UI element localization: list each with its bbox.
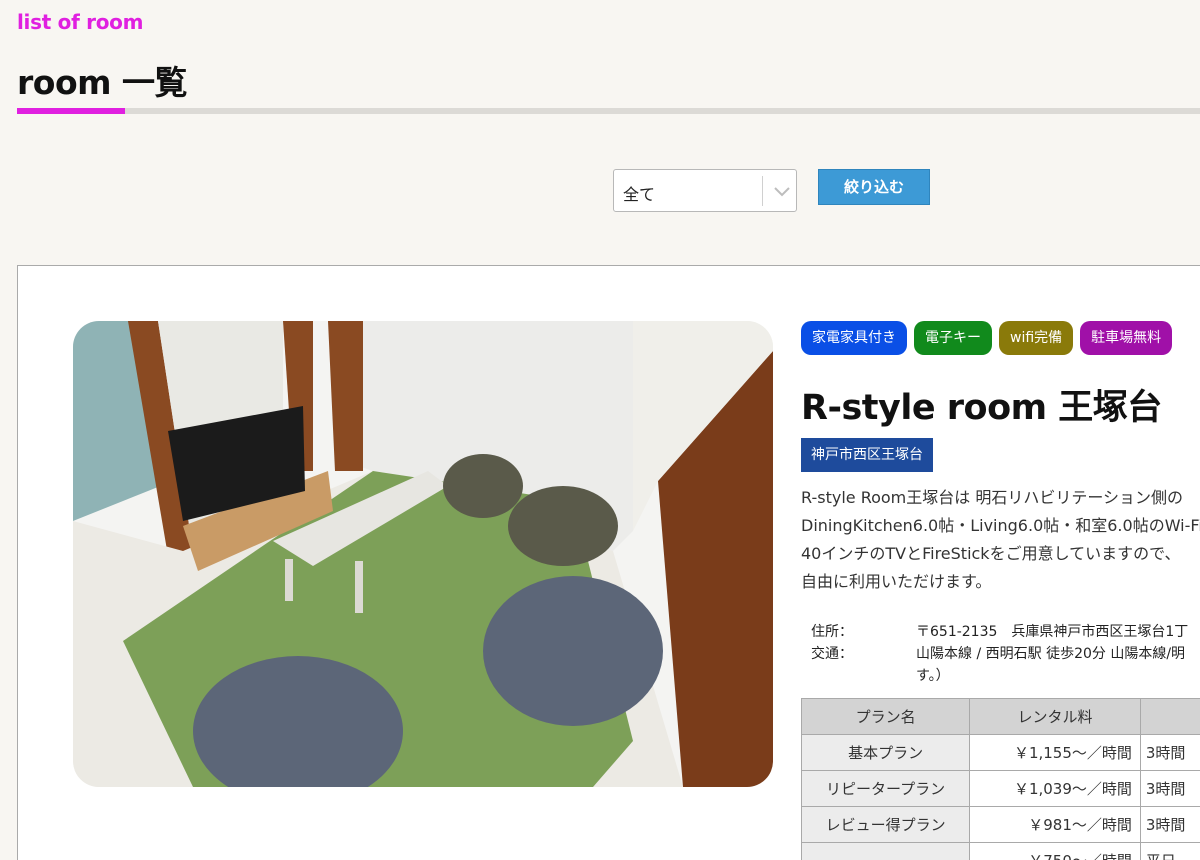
tag-electronic-key: 電子キー: [914, 321, 992, 355]
access-label: 交通：: [811, 646, 853, 662]
plan-name: [800, 842, 971, 860]
plan-note: 3時間: [1139, 734, 1200, 771]
room-card: 家電家具付き 電子キー wifi完備 駐車場無料 R-style room 王塚…: [17, 265, 1200, 860]
tag-free-parking: 駐車場無料: [1080, 321, 1173, 355]
description-line: DiningKitchen6.0帖・Living6.0帖・和室6.0帖のWi-F…: [801, 516, 1200, 535]
plan-note: 3時間: [1139, 806, 1200, 843]
plan-note: 平日: [1139, 842, 1200, 860]
description-line: R-style Room王塚台は 明石リハビリテーション側の: [801, 488, 1184, 507]
plan-note: 3時間: [1139, 770, 1200, 807]
table-row: ￥750～／時間 平日: [800, 842, 1200, 860]
table-row: 基本プラン ￥1,155～／時間 3時間: [800, 734, 1200, 771]
plan-name: 基本プラン: [800, 734, 971, 771]
area-badge: 神戸市西区王塚台: [801, 438, 933, 472]
filter-button[interactable]: 絞り込む: [818, 169, 930, 205]
plan-table: プラン名 レンタル料 基本プラン ￥1,155～／時間 3時間 リピータープラン…: [800, 698, 1200, 860]
category-select[interactable]: 全て: [613, 169, 797, 212]
page-title: room 一覧: [17, 63, 188, 102]
chevron-down-icon: [770, 177, 794, 205]
column-header-plan: プラン名: [800, 698, 971, 735]
table-row: レビュー得プラン ￥981～／時間 3時間: [800, 806, 1200, 843]
plan-name: リピータープラン: [800, 770, 971, 807]
plan-price: ￥1,155～／時間: [969, 734, 1141, 771]
plan-price: ￥750～／時間: [969, 842, 1141, 860]
page-eyebrow: list of room: [17, 10, 144, 34]
plan-name: レビュー得プラン: [800, 806, 971, 843]
select-separator: [762, 176, 763, 206]
access-value: 山陽本線 / 西明石駅 徒歩20分 山陽本線/明: [916, 646, 1186, 662]
table-row: リピータープラン ￥1,039～／時間 3時間: [800, 770, 1200, 807]
plan-price: ￥981～／時間: [969, 806, 1141, 843]
tag-appliances: 家電家具付き: [801, 321, 907, 355]
description-line: 40インチのTVとFireStickをご用意していますので、: [801, 544, 1181, 563]
access-value-continued: す。）: [916, 668, 950, 684]
tag-wifi: wifi完備: [999, 321, 1074, 355]
category-select-value: 全て: [623, 185, 656, 204]
room-photo[interactable]: [73, 321, 773, 787]
room-description: R-style Room王塚台は 明石リハビリテーション側の DiningKit…: [801, 484, 1200, 596]
address-label: 住所：: [811, 624, 853, 640]
description-line: 自由に利用いただけます。: [801, 572, 992, 591]
room-info: 住所： 〒651-2135 兵庫県神戸市西区王塚台1丁 交通： 山陽本線 / 西…: [811, 621, 1200, 687]
title-divider: [17, 108, 1200, 114]
room-name[interactable]: R-style room 王塚台: [801, 379, 1162, 430]
plan-price: ￥1,039～／時間: [969, 770, 1141, 807]
column-header-price: レンタル料: [969, 698, 1141, 735]
table-header-row: プラン名 レンタル料: [800, 698, 1200, 735]
feature-tags: 家電家具付き 電子キー wifi完備 駐車場無料: [801, 321, 1173, 355]
address-value: 〒651-2135 兵庫県神戸市西区王塚台1丁: [916, 624, 1189, 640]
column-header-note: [1139, 698, 1200, 735]
title-divider-accent: [17, 108, 125, 114]
